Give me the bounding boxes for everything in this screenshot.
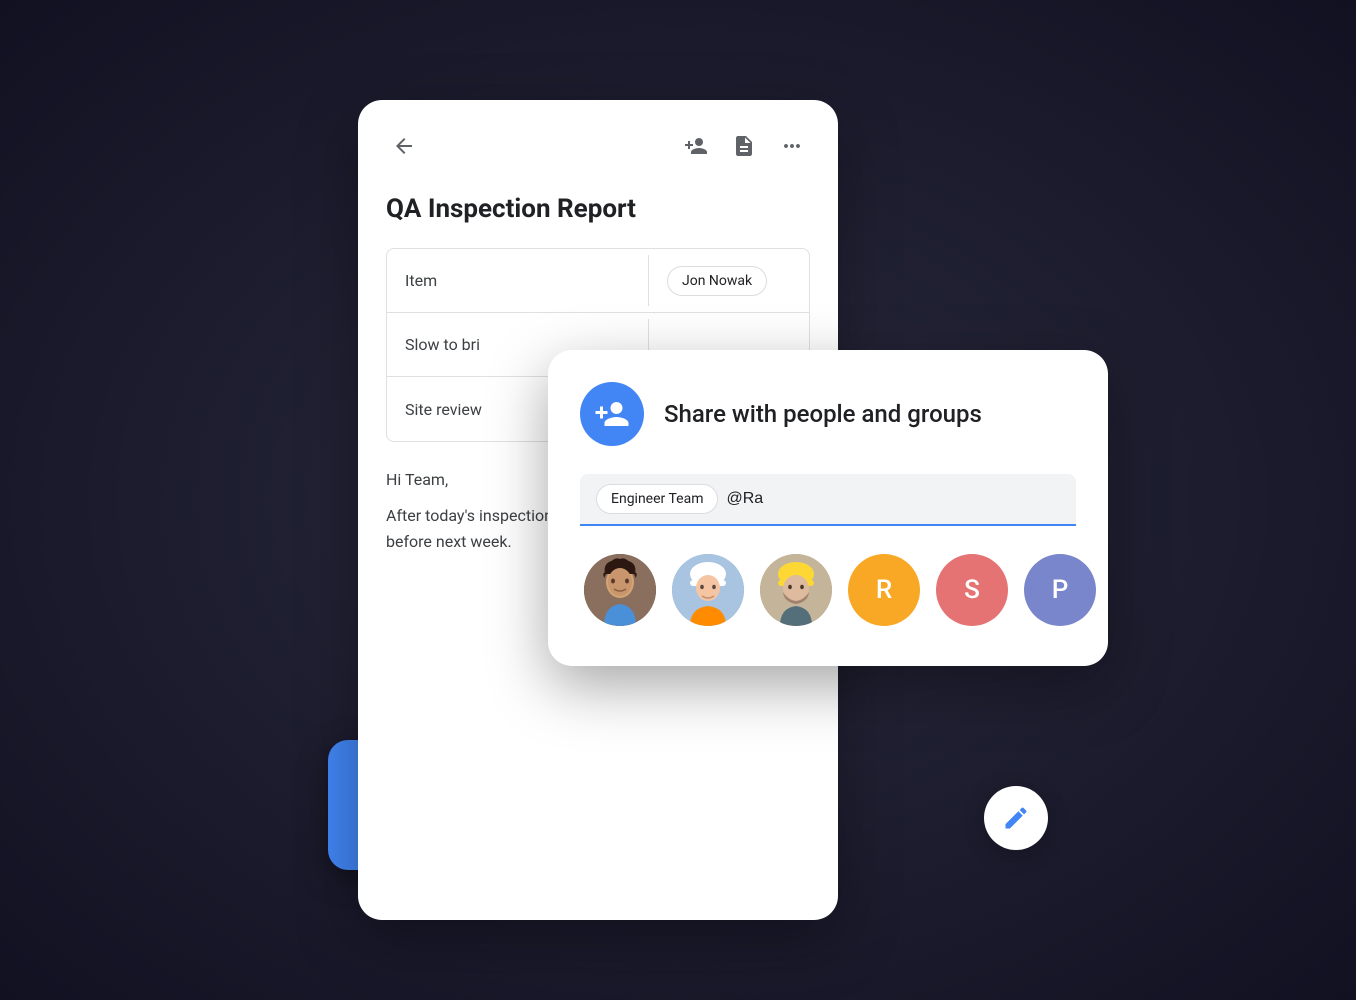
edit-fab-button[interactable] <box>984 786 1048 850</box>
document-title: QA Inspection Report <box>358 184 838 248</box>
more-options-icon[interactable] <box>774 128 810 164</box>
add-person-icon[interactable] <box>678 128 714 164</box>
table-row: Item Jon Nowak <box>387 249 809 313</box>
back-button[interactable] <box>386 128 422 164</box>
share-icon-circle <box>580 382 644 446</box>
doc-actions <box>678 128 810 164</box>
share-input-container[interactable]: Engineer Team <box>580 474 1076 526</box>
assignee-chip[interactable]: Jon Nowak <box>667 266 767 296</box>
share-input[interactable] <box>726 490 1060 508</box>
share-dialog: Share with people and groups Engineer Te… <box>548 350 1108 666</box>
table-cell-item-label: Item <box>387 255 649 306</box>
avatar-person-1[interactable] <box>584 554 656 626</box>
avatar-p[interactable]: P <box>1024 554 1096 626</box>
share-avatars: R S P <box>580 554 1076 626</box>
share-header: Share with people and groups <box>580 382 1076 446</box>
avatar-r[interactable]: R <box>848 554 920 626</box>
doc-header <box>358 100 838 184</box>
avatar-person-2[interactable] <box>672 554 744 626</box>
engineer-team-chip[interactable]: Engineer Team <box>596 484 718 514</box>
scene: QA Inspection Report Item Jon Nowak Slow… <box>228 70 1128 930</box>
document-icon[interactable] <box>726 128 762 164</box>
avatar-person-3[interactable] <box>760 554 832 626</box>
table-cell-assignee: Jon Nowak <box>649 250 809 312</box>
share-title: Share with people and groups <box>664 400 982 428</box>
avatar-s[interactable]: S <box>936 554 1008 626</box>
